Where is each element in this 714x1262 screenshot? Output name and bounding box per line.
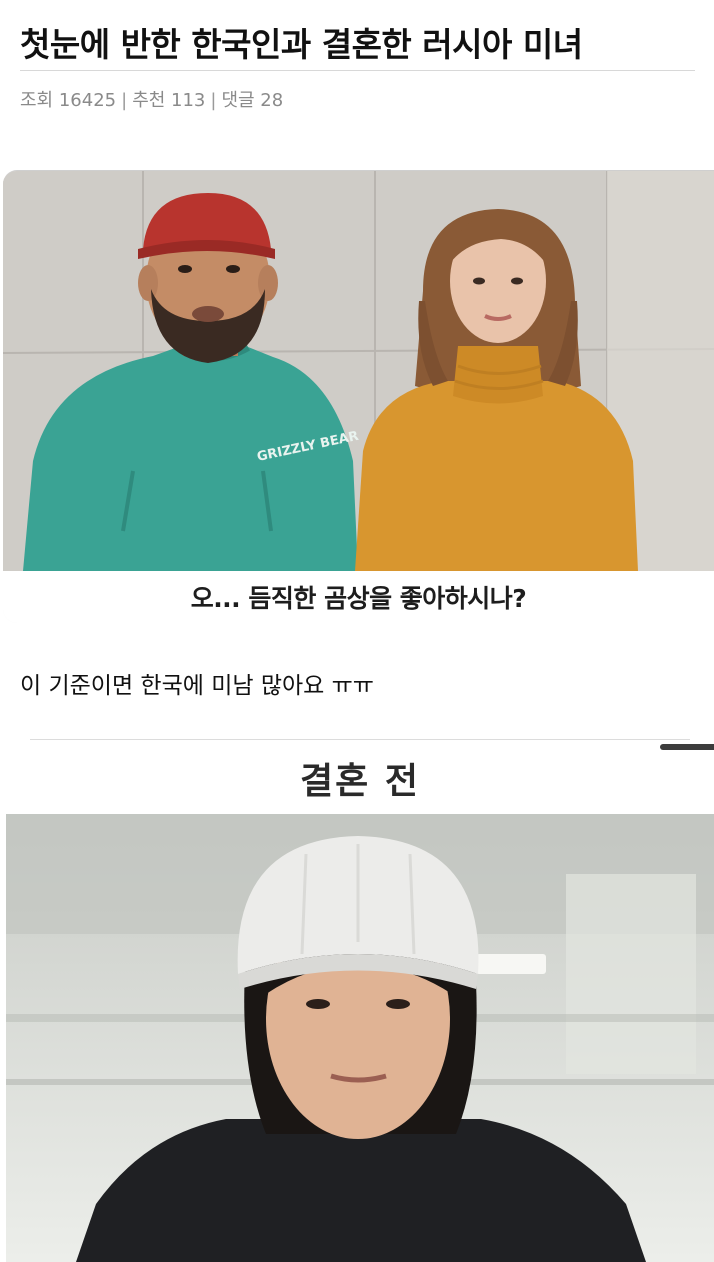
meta-separator: | <box>121 90 128 111</box>
post-title: 첫눈에 반한 한국인과 결혼한 러시아 미녀 <box>20 25 583 64</box>
title-divider <box>20 70 695 71</box>
before-marriage-photo[interactable]: 결혼 전 <box>6 738 714 1262</box>
post-meta: 조회 16425 | 추천 113 | 댓글 28 <box>20 86 283 112</box>
image-subtitle: 오... 듬직한 곰상을 좋아하시나? <box>190 584 527 613</box>
image-top-divider <box>30 739 690 740</box>
meta-separator: | <box>210 90 217 111</box>
image-caption: 결혼 전 <box>300 761 420 802</box>
corner-mark <box>660 744 714 750</box>
couple-photo-illustration: GRIZZLY BEAR <box>3 171 714 571</box>
recommend-count: 추천 113 <box>132 90 206 111</box>
post-body-text: 이 기준이면 한국에 미남 많아요 ㅠㅠ <box>20 673 374 699</box>
view-count: 조회 16425 <box>20 90 117 111</box>
comment-count: 댓글 28 <box>221 90 284 111</box>
couple-photo[interactable]: GRIZZLY BEAR 오... 듬직한 곰상을 좋아하시나? <box>3 170 714 623</box>
before-marriage-illustration <box>6 814 714 1262</box>
